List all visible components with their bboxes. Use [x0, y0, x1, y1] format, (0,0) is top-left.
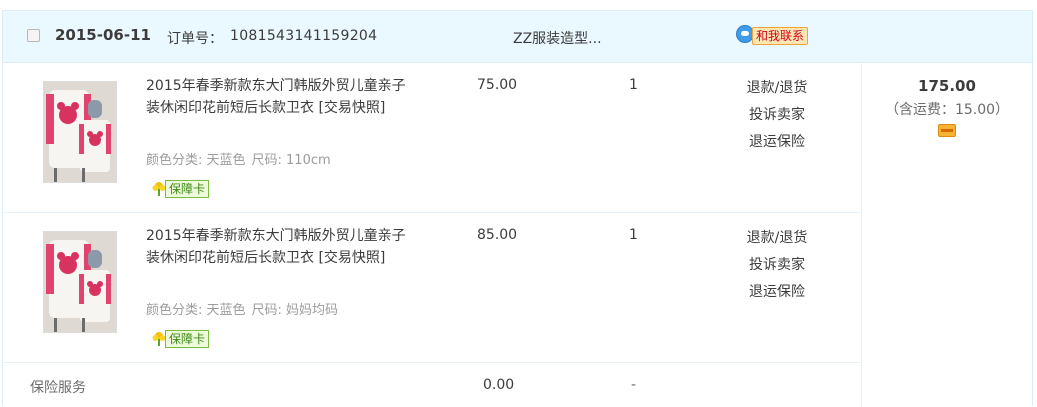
sku-color: 颜色分类: 天蓝色	[146, 153, 246, 168]
sku-size: 尺码: 妈妈均码	[251, 303, 339, 318]
sku-color: 颜色分类: 天蓝色	[146, 303, 246, 318]
return-shipping-insurance-link[interactable]: 退运保险	[743, 279, 811, 306]
order-select-checkbox[interactable]	[27, 29, 40, 42]
order-number-label: 订单号：	[167, 31, 223, 47]
payment-card-icon[interactable]	[938, 124, 956, 137]
refund-return-link[interactable]: 退款/退货	[743, 75, 811, 102]
shop-name-link[interactable]: ZZ服装造型...	[513, 28, 602, 48]
sku-size: 尺码: 110cm	[251, 153, 331, 168]
order-date: 2015-06-11	[55, 26, 151, 44]
guarantee-card-label: 保障卡	[165, 180, 210, 198]
service-quantity: -	[631, 377, 637, 393]
contact-seller-label: 和我联系	[752, 27, 809, 45]
item-operations: 退款/退货 投诉卖家 退运保险	[743, 75, 811, 156]
product-title-link[interactable]: 2015年春季新款东大门韩版外贸儿童亲子装休闲印花前短后长款卫衣 [交易快照]	[146, 75, 416, 119]
order-card: 2015-06-11 订单号： 1081543141159204 ZZ服装造型.…	[2, 10, 1033, 407]
order-item-row: 2015年春季新款东大门韩版外贸儿童亲子装休闲印花前短后长款卫衣 [交易快照] …	[3, 213, 861, 363]
order-item-row: 2015年春季新款东大门韩版外贸儿童亲子装休闲印花前短后长款卫衣 [交易快照] …	[3, 63, 861, 213]
item-quantity: 1	[629, 227, 638, 243]
item-operations: 退款/退货 投诉卖家 退运保险	[743, 225, 811, 306]
complain-seller-link[interactable]: 投诉卖家	[743, 252, 811, 279]
service-amount: 0.00	[483, 377, 515, 393]
product-sku: 颜色分类: 天蓝色 尺码: 110cm	[146, 149, 337, 168]
product-thumbnail[interactable]	[43, 231, 117, 333]
order-header: 2015-06-11 订单号： 1081543141159204 ZZ服装造型.…	[3, 11, 1032, 63]
guarantee-card-label: 保障卡	[165, 330, 210, 348]
order-number: 1081543141159204	[230, 28, 378, 44]
order-freight: （含运费：15.00）	[884, 102, 1010, 118]
product-sku: 颜色分类: 天蓝色 尺码: 妈妈均码	[146, 299, 344, 318]
item-price: 75.00	[477, 77, 518, 93]
complain-seller-link[interactable]: 投诉卖家	[743, 102, 811, 129]
product-thumbnail[interactable]	[43, 81, 117, 183]
order-total: 175.00	[918, 77, 976, 95]
service-name: 保险服务	[30, 380, 86, 396]
product-title-link[interactable]: 2015年春季新款东大门韩版外贸儿童亲子装休闲印花前短后长款卫衣 [交易快照]	[146, 225, 416, 269]
item-price: 85.00	[477, 227, 518, 243]
insurance-service-row: 保险服务 0.00 -	[3, 363, 861, 407]
item-quantity: 1	[629, 77, 638, 93]
return-shipping-insurance-link[interactable]: 退运保险	[743, 129, 811, 156]
order-total-column: 175.00 （含运费：15.00）	[861, 63, 1032, 407]
refund-return-link[interactable]: 退款/退货	[743, 225, 811, 252]
